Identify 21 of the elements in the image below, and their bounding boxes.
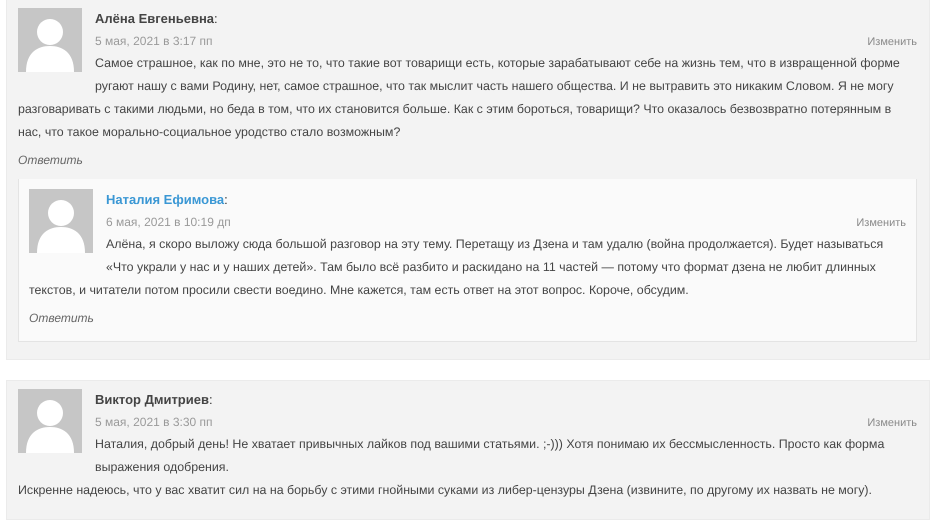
comment-date: 5 мая, 2021 в 3:30 пп [95,415,213,429]
reply-link[interactable]: Ответить [18,153,83,167]
name-colon: : [224,192,228,207]
comment-text: Искренне надеюсь, что у вас хватит сил на на борьбу с этими гнойными суками из либер-цензуры Дзена (извините, по другому их назвать не могу). [18,482,873,499]
edit-link[interactable]: Изменить [856,217,906,229]
avatar-icon [18,389,82,453]
edit-link[interactable]: Изменить [867,36,917,48]
avatar-icon [29,189,93,253]
comment-date: 6 мая, 2021 в 10:19 дп [106,215,231,229]
author-name: Виктор Дмитриев [95,392,209,407]
name-colon: : [214,11,218,26]
name-colon: : [208,392,213,407]
comment-text: Наталия, добрый день! Не хватает привычных лайков под вашими статьями. ;-))) Хотя понимаю их бессмысленность. Просто как форма выражения одобрения. [94,436,886,476]
comment-date: 5 мая, 2021 в 3:17 пп [95,34,213,48]
comment-text: Алёна, я скоро выложу сюда большой разговор на эту тему. Перетащу из Дзена и там удалю (война продолжается). Будет называться «Что украли у нас и у наших детей». Там было всё разбито и раскидано на 11 частей — потому что формат дзена не любит длинных текстов, и читатели потом просили свести воедино. Мне кажется, там есть ответ на этот вопрос. Короче, обсудим. [29,236,884,299]
comment-text: Самое страшное, как по мне, это не то, что такие вот товарищи есть, которые зарабатывают себе на жизнь тем, что в извращенной форме ругают нашу с вами Родину, нет, самое страшное, что так мыслит часть нашего общества. И не вытравить это никаким Словом. Я не могу разговаривать с такими людьми, но беда в том, что их становится больше. Как с этим бороться, товарищи? Что оказалось безвозвратно потерянным в нас, что такое морально-социальное уродство стало возможным? [18,55,901,141]
reply-link[interactable]: Ответить [29,311,94,325]
avatar-icon [18,8,82,72]
author-name: Алёна Евгеньевна [95,11,214,26]
author-name[interactable]: Наталия Ефимова [106,192,224,207]
edit-link[interactable]: Изменить [867,417,917,429]
